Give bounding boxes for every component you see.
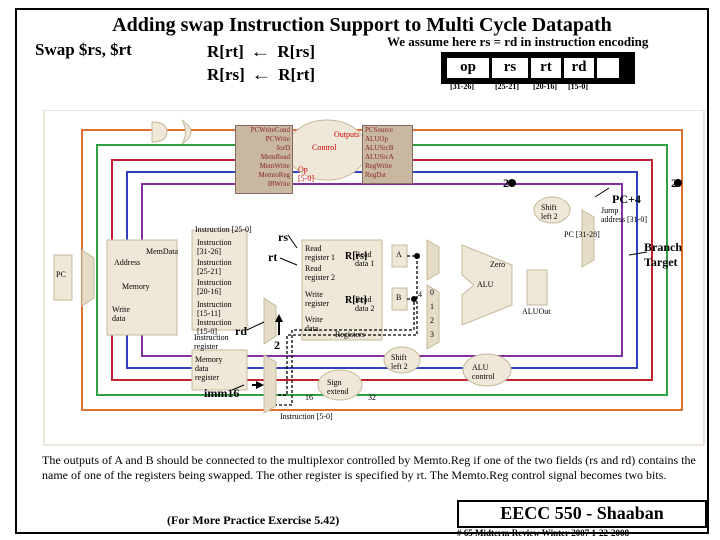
lbl-pc: PC [56,270,66,279]
lbl-addr: Address [114,258,140,267]
ov-2c: 2 [671,176,677,191]
field-pad [597,58,619,78]
control-signals-left: PCWriteCondPCWriteIorD MemReadMemWriteMe… [235,125,293,194]
explanatory-note: The outputs of A and B should be connect… [42,453,702,483]
field-rt: rt [531,58,561,78]
lbl-i1511: Instruction [15-11] [197,300,232,318]
field-rs: rs [492,58,528,78]
field-op: op [447,58,489,78]
bits-op: [31-26] [450,82,474,91]
m3: 3 [430,330,434,339]
rtl-line-1: R[rt] ← R[rs] [207,42,315,62]
lbl-aluout: ALUOut [522,307,550,316]
ov-branch: Branch Target [644,240,682,270]
m2: 2 [430,316,434,325]
arrow-left-icon: ← [246,42,276,62]
lbl-pc3128: PC [31-28] [564,230,600,239]
lbl-aluctl: ALU control [472,363,495,381]
practice-ref: (For More Practice Exercise 5.42) [167,513,339,528]
assume-note: We assume here rs = rd in instruction en… [387,34,648,50]
ov-rt: rt [268,250,277,265]
lbl-signext: Sign extend [327,378,348,396]
lbl-outputs: Outputs [334,130,359,139]
slide-frame: Adding swap Instruction Support to Multi… [15,8,709,534]
bits-rd: [15-0] [568,82,588,91]
lbl-sl2b: Shift left 2 [541,203,558,221]
lbl-memdata: MemData [146,247,178,256]
ov-2b: 2 [503,176,509,191]
lbl-wd: Write data [305,315,323,333]
lbl-rr2: Read register 2 [305,264,335,282]
field-rd: rd [564,58,594,78]
bits-rs: [25-21] [495,82,519,91]
ov-rd: rd [235,324,247,339]
ov-pc4: PC+4 [612,192,641,207]
rtl1-rhs: R[rs] [277,42,315,61]
lbl-ir: Instruction register [194,333,229,351]
lbl-control: Control [312,143,336,152]
lbl-mem: Memory [122,282,150,291]
lbl-wr: Write register [305,290,329,308]
arrow-left-icon: ← [247,65,277,85]
lbl-i2520: Instruction [25-0] [195,225,252,234]
lbl-i3126: Instruction [31-26] [197,238,232,256]
ov-2a: 2 [274,338,280,353]
lbl-16: 16 [305,393,313,402]
lbl-op: Op [5-0] [298,165,314,183]
lbl-jaddr: Jump address [31-0] [601,206,647,224]
rtl-line-2: R[rs] ← R[rt] [207,65,315,85]
lbl-i2521: Instruction [25-21] [197,258,232,276]
instruction-format: op rs rt rd [441,52,635,84]
m1: 1 [430,302,434,311]
lbl-rr1: Read register 1 [305,244,335,262]
m0: 0 [430,288,434,297]
lbl-a: A [396,250,402,259]
rtl1-lhs: R[rt] [207,42,244,61]
slide-footer: # 65 Midterm Review Winter 2007 1-22-200… [457,528,629,538]
lbl-zero: Zero [490,260,505,269]
ov-Rrt: R[rt] [345,295,367,306]
rtl2-lhs: R[rs] [207,65,245,84]
ov-Rrs: R[rs] [345,251,367,262]
lbl-i50: Instruction [5-0] [280,412,333,421]
course-badge: EECC 550 - Shaaban [457,500,707,528]
lbl-four: 4 [418,290,422,299]
datapath-diagram: PCWriteCondPCWriteIorD MemReadMemWriteMe… [42,110,707,450]
lbl-rf: Registers [335,330,365,339]
ov-imm16: imm16 [204,386,239,401]
ov-rs: rs [278,230,288,245]
bits-rt: [20-16] [533,82,557,91]
lbl-wdata: Write data [112,305,130,323]
lbl-b: B [396,293,401,302]
lbl-i2016: Instruction [20-16] [197,278,232,296]
control-signals-right: PCSourceALUOpALUSrcB ALUSrcARegWriteRegD… [362,125,413,184]
swap-instruction: Swap $rs, $rt [35,40,132,60]
rtl2-rhs: R[rt] [278,65,315,84]
lbl-alu: ALU [477,280,493,289]
lbl-32: 32 [368,393,376,402]
lbl-sl2a: Shift left 2 [391,353,408,371]
lbl-mdr: Memory data register [195,355,223,382]
